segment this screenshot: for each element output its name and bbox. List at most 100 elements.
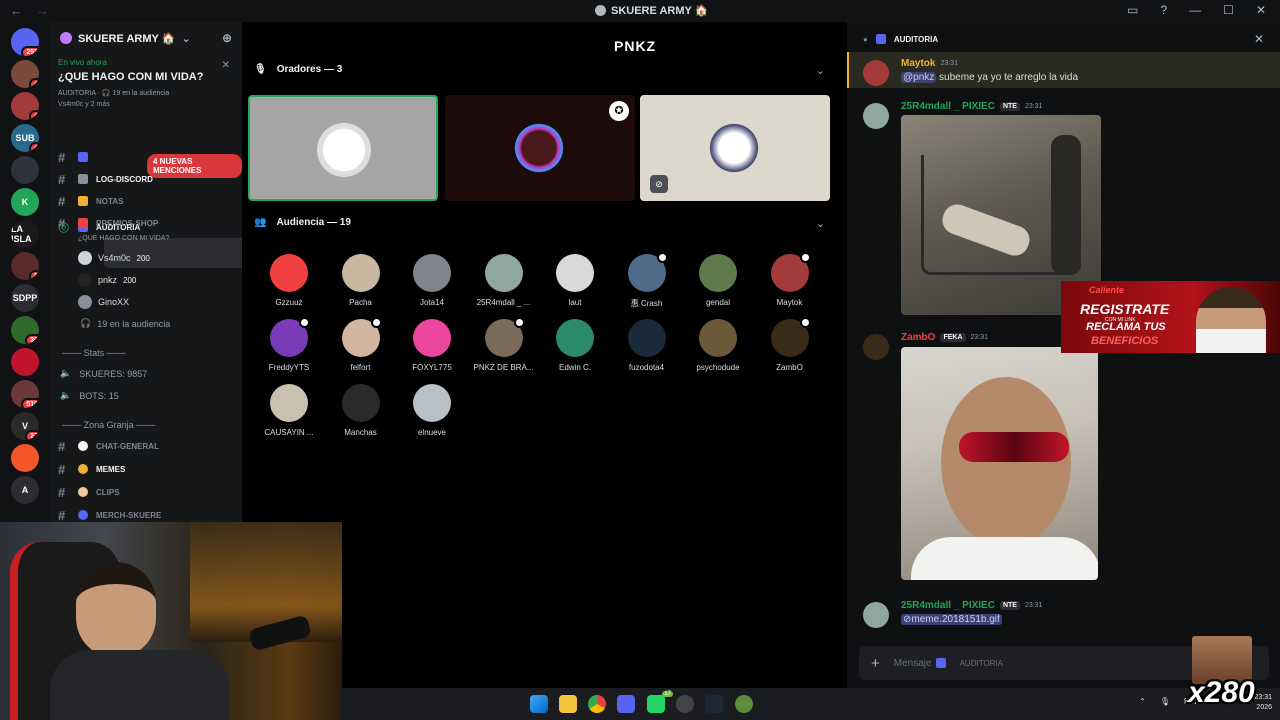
server-icon[interactable]: 519 bbox=[11, 380, 39, 408]
audience-member[interactable]: Maytok bbox=[755, 252, 825, 307]
audience-member[interactable]: Manchas bbox=[326, 384, 396, 437]
audience-member[interactable]: ZambO bbox=[755, 317, 825, 372]
speaker-avatar bbox=[707, 121, 761, 175]
audience-member[interactable]: laut bbox=[540, 254, 610, 307]
audience-member[interactable]: Gzzuuz bbox=[254, 254, 324, 307]
message-author[interactable]: ZambO FEKA 23:31 bbox=[901, 332, 988, 343]
audience-member[interactable]: 25R4mdall _ ... bbox=[469, 254, 539, 307]
stat-channel[interactable]: 🔈 BOTS: 15 bbox=[60, 390, 119, 401]
server-icon[interactable] bbox=[11, 348, 39, 376]
maximize-button[interactable]: ☐ bbox=[1223, 3, 1234, 17]
server-icon[interactable]: LA ISLA bbox=[11, 220, 39, 248]
close-window-button[interactable]: ✕ bbox=[1256, 3, 1266, 17]
stat-channel[interactable]: 🔈 SKUERES: 9857 bbox=[60, 368, 147, 379]
server-icon[interactable]: V 27 bbox=[11, 412, 39, 440]
inbox-icon[interactable]: ▭ bbox=[1127, 3, 1138, 17]
promo-banner[interactable]: Caliente REGISTRATE CON MI LINK RECLAMA … bbox=[1061, 281, 1280, 353]
obs-icon[interactable] bbox=[676, 695, 694, 713]
attachment-link[interactable]: ⊘meme.2018151b.gif bbox=[901, 614, 1002, 625]
close-icon[interactable]: ✕ bbox=[222, 60, 230, 71]
server-label: LA ISLA bbox=[11, 224, 32, 244]
speaker-tile[interactable]: ✪ bbox=[445, 95, 635, 201]
server-icon[interactable]: SDPP bbox=[11, 284, 39, 312]
voice-member[interactable]: Vs4m0c 200 bbox=[78, 251, 150, 265]
app-icon[interactable] bbox=[735, 695, 753, 713]
chevron-up-icon[interactable]: ⌃ bbox=[1139, 697, 1146, 706]
audience-member[interactable]: felfort bbox=[326, 317, 396, 372]
server-label: A bbox=[21, 485, 29, 495]
channel-item[interactable]: # CHAT-GENERAL bbox=[58, 436, 238, 456]
audience-member[interactable]: fuzodota4 bbox=[612, 319, 682, 372]
face-gif-attachment[interactable] bbox=[901, 347, 1098, 580]
server-icon[interactable]: 36 bbox=[11, 316, 39, 344]
audience-member[interactable]: FreddyYTS bbox=[254, 317, 324, 372]
minimize-button[interactable]: — bbox=[1189, 3, 1201, 17]
category-granja[interactable]: ─── Zona Granja ─── bbox=[62, 420, 155, 430]
server-icon[interactable] bbox=[11, 444, 39, 472]
live-stage-card[interactable]: En vivo ahora ¿QUE HAGO CON MI VIDA? AUD… bbox=[50, 54, 242, 108]
channel-emoji-icon bbox=[78, 441, 88, 451]
channel-item[interactable]: # NOTAS bbox=[58, 191, 238, 211]
audience-member[interactable]: PNKZ DE BRA... bbox=[469, 317, 539, 372]
guild-header[interactable]: SKUERE ARMY 🏠 ⌄ ⊕ bbox=[50, 22, 242, 54]
server-icon[interactable]: 4 bbox=[11, 92, 39, 120]
channel-item[interactable]: # CLIPS bbox=[58, 482, 238, 502]
whatsapp-icon[interactable]: 17 bbox=[647, 691, 673, 713]
speaker-tile[interactable]: ⊘ bbox=[640, 95, 830, 201]
add-member-icon[interactable]: ⊕ bbox=[222, 31, 232, 45]
server-icon[interactable]: A bbox=[11, 476, 39, 504]
audience-member[interactable]: Pacha bbox=[326, 254, 396, 307]
avatar[interactable] bbox=[863, 602, 889, 628]
close-icon[interactable]: ✕ bbox=[1254, 32, 1264, 46]
forward-arrow-icon[interactable]: → bbox=[36, 3, 49, 18]
avatar bbox=[270, 254, 308, 292]
server-icon[interactable] bbox=[11, 156, 39, 184]
plus-icon[interactable]: + bbox=[871, 655, 880, 672]
mention[interactable]: @pnkz bbox=[901, 72, 937, 83]
channel-item[interactable]: # LOG-DISCORD bbox=[58, 169, 238, 189]
channel-item[interactable]: # MERCH-SKUERE bbox=[58, 505, 238, 523]
clock[interactable]: 23:31 2026 bbox=[1254, 693, 1272, 713]
avatar[interactable] bbox=[863, 334, 889, 360]
audience-member[interactable]: 惠 Crash bbox=[612, 252, 682, 309]
server-icon[interactable]: 4 bbox=[11, 60, 39, 88]
back-arrow-icon[interactable]: ← bbox=[10, 3, 23, 18]
category-stats[interactable]: ─── Stats ─── bbox=[62, 348, 126, 358]
message-author[interactable]: 25R4mdall _ PIXIEC NTE 23:31 bbox=[901, 600, 1042, 611]
windows-start-icon[interactable] bbox=[530, 695, 548, 713]
stage-topic: ¿QUE HAGO CON MI VIDA? bbox=[78, 235, 170, 242]
audience-member[interactable]: Edwin C. bbox=[540, 319, 610, 372]
server-icon[interactable]: K bbox=[11, 188, 39, 216]
chevron-down-icon[interactable]: ⌄ bbox=[816, 64, 825, 77]
microphone-icon[interactable]: 🎙 bbox=[1160, 697, 1170, 706]
audience-member[interactable]: CAUSAYIN ... bbox=[254, 384, 324, 437]
help-icon[interactable]: ? bbox=[1160, 3, 1167, 17]
voice-member[interactable]: GinoXX bbox=[78, 295, 129, 309]
message-link[interactable]: ⊘meme.2018151b.gif bbox=[901, 614, 1002, 625]
mic-icon: 🎙 bbox=[254, 64, 267, 75]
server-icon[interactable]: 8 bbox=[11, 252, 39, 280]
steam-icon[interactable] bbox=[705, 695, 723, 713]
message-author[interactable]: 25R4mdall _ PIXIEC NTE 23:31 bbox=[901, 101, 1042, 112]
voice-member[interactable]: pnkz 200 bbox=[78, 273, 136, 287]
chrome-icon[interactable] bbox=[588, 695, 606, 713]
audience-member[interactable]: Jota14 bbox=[397, 254, 467, 307]
audience-member[interactable]: gendal bbox=[683, 254, 753, 307]
chevron-down-icon[interactable]: ⌄ bbox=[816, 217, 825, 230]
channel-item[interactable]: # MEMES bbox=[58, 459, 238, 479]
channel-item[interactable]: # PREMIOS-SHOP bbox=[58, 213, 238, 233]
speakers-header[interactable]: 🎙 Oradores — 3 bbox=[254, 64, 342, 75]
audience-member[interactable]: psychodude bbox=[683, 319, 753, 372]
discord-icon[interactable] bbox=[617, 695, 635, 713]
channel-item[interactable]: # bbox=[58, 147, 238, 167]
audience-member[interactable]: elnueve bbox=[397, 384, 467, 437]
speaker-tile[interactable] bbox=[248, 95, 438, 201]
message-author[interactable]: Maytok 23:31 bbox=[901, 58, 958, 69]
audience-member[interactable]: FOXYL775 bbox=[397, 319, 467, 372]
avatar[interactable] bbox=[863, 103, 889, 129]
audience-header[interactable]: 👥 Audiencia — 19 bbox=[254, 217, 351, 228]
avatar[interactable] bbox=[863, 60, 889, 86]
server-icon[interactable]: SUB 4 bbox=[11, 124, 39, 152]
server-icon[interactable]: 258 bbox=[11, 28, 39, 56]
file-explorer-icon[interactable] bbox=[559, 695, 577, 713]
